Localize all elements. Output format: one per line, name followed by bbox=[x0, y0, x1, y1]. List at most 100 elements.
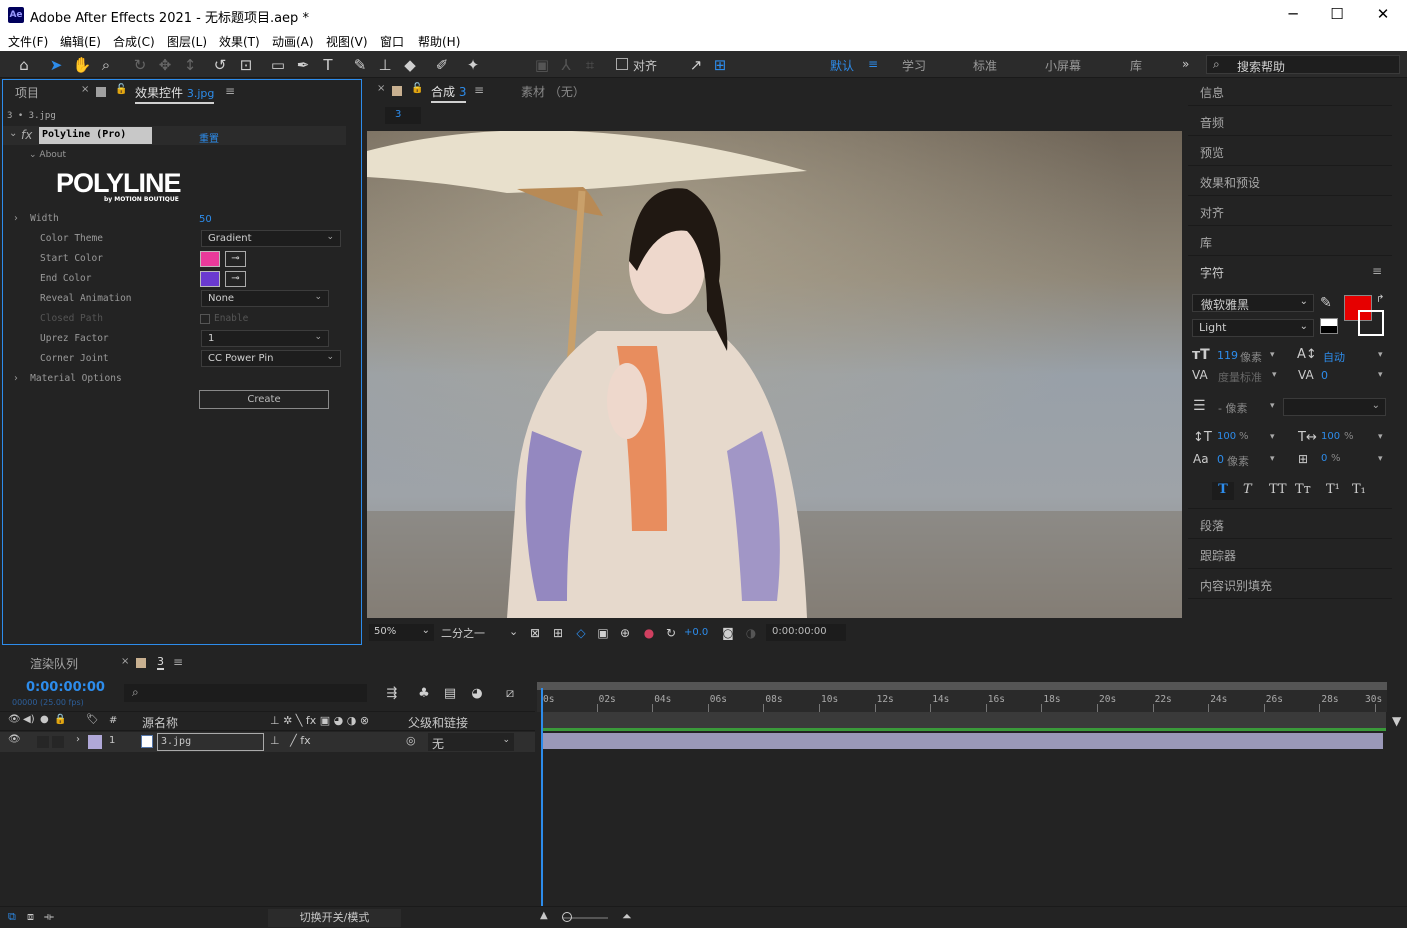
chevron-down-icon[interactable]: ▾ bbox=[1270, 454, 1275, 464]
panel-preview[interactable]: 预览 bbox=[1200, 144, 1224, 161]
font-style-dropdown[interactable]: Light ⌄ bbox=[1192, 319, 1314, 337]
menu-window[interactable]: 窗口 bbox=[380, 33, 404, 50]
panel-content-aware-fill[interactable]: 内容识别填充 bbox=[1200, 577, 1272, 594]
about-toggle[interactable]: ⌄ About bbox=[29, 150, 66, 160]
column-source-name[interactable]: 源名称 bbox=[142, 714, 178, 731]
viewer-timecode[interactable]: 0:00:00:00 bbox=[766, 624, 846, 641]
label-tag-icon[interactable]: 🏷 bbox=[86, 714, 99, 725]
roto-brush-icon[interactable]: ✐ bbox=[432, 55, 452, 75]
snapping-icon[interactable]: ⊞ bbox=[710, 55, 730, 75]
font-size-value[interactable]: 119 bbox=[1217, 349, 1238, 362]
start-color-eyedropper-icon[interactable]: ⊸ bbox=[225, 251, 246, 267]
param-width[interactable]: › Width bbox=[13, 213, 59, 224]
workspace-learn[interactable]: 学习 bbox=[902, 57, 926, 74]
layer-row[interactable]: 👁 › 1 3.jpg ⊥ ╱ fx ◎ 无 ⌄ bbox=[0, 732, 535, 752]
workspace-default[interactable]: 默认 bbox=[830, 57, 854, 74]
solo-icon[interactable]: ● bbox=[40, 714, 49, 725]
layer-name[interactable]: 3.jpg bbox=[157, 733, 264, 751]
clone-stamp-icon[interactable]: ⊥ bbox=[375, 55, 395, 75]
chevron-down-icon[interactable]: ▾ bbox=[1378, 432, 1383, 442]
tab-render-queue[interactable]: 渲染队列 bbox=[30, 655, 78, 672]
work-area-bar[interactable] bbox=[537, 682, 1387, 690]
tab-composition[interactable]: 合成 3 bbox=[431, 83, 467, 103]
param-width-value[interactable]: 50 bbox=[199, 214, 212, 225]
lock-box[interactable] bbox=[52, 736, 64, 748]
eye-icon[interactable]: 👁 bbox=[8, 734, 21, 745]
hand-tool-icon[interactable]: ✋ bbox=[72, 55, 92, 75]
rectangle-tool-icon[interactable]: ▭ bbox=[268, 55, 288, 75]
mask-visibility-icon[interactable]: ◇ bbox=[571, 623, 591, 643]
zoom-slider-handle[interactable] bbox=[562, 912, 572, 922]
expand-chevron-icon[interactable]: › bbox=[76, 734, 80, 745]
axis-local-icon[interactable]: ▣ bbox=[532, 55, 552, 75]
transparency-grid-icon[interactable]: ⊞ bbox=[548, 623, 568, 643]
tab-project[interactable]: 项目 bbox=[15, 84, 39, 101]
panel-effects-presets[interactable]: 效果和预设 bbox=[1200, 174, 1260, 191]
tab-footage[interactable]: 素材 （无） bbox=[521, 83, 585, 100]
eyedropper-icon[interactable]: ✎ bbox=[1320, 295, 1332, 311]
dolly-tool-icon[interactable]: ↕ bbox=[180, 55, 200, 75]
text-tool-icon[interactable]: T bbox=[318, 55, 338, 75]
more-workspaces-icon[interactable]: » bbox=[1182, 57, 1189, 71]
align-checkbox[interactable] bbox=[616, 58, 628, 70]
help-search[interactable]: ⌕ 搜索帮助 bbox=[1206, 55, 1400, 74]
create-button[interactable]: Create bbox=[199, 390, 329, 409]
menu-animation[interactable]: 动画(A) bbox=[272, 33, 314, 50]
search-input[interactable]: 搜索帮助 bbox=[1237, 58, 1285, 75]
pen-tool-icon[interactable]: ✒ bbox=[293, 55, 313, 75]
collapse-icon[interactable]: ⌄ bbox=[9, 128, 17, 139]
menu-help[interactable]: 帮助(H) bbox=[418, 33, 460, 50]
panel-library[interactable]: 库 bbox=[1200, 234, 1212, 251]
snapshot-region-icon[interactable]: ⊠ bbox=[525, 623, 545, 643]
exposure-value[interactable]: +0.0 bbox=[684, 627, 708, 638]
maximize-button[interactable]: ☐ bbox=[1322, 5, 1352, 23]
time-ruler[interactable]: 0s 02s 04s 06s 08s 10s 12s 14s 16s 18s 20s 22s 24s 26… bbox=[537, 690, 1387, 712]
panel-menu-icon[interactable]: ≡ bbox=[1372, 264, 1382, 278]
puppet-pin-icon[interactable]: ✦ bbox=[463, 55, 483, 75]
panel-info[interactable]: 信息 bbox=[1200, 84, 1224, 101]
panel-audio[interactable]: 音频 bbox=[1200, 114, 1224, 131]
menu-composition[interactable]: 合成(C) bbox=[113, 33, 155, 50]
lock-icon[interactable]: 🔒 bbox=[54, 714, 66, 725]
selection-tool-icon[interactable]: ➤ bbox=[46, 55, 66, 75]
horizontal-scale-value[interactable]: 100 bbox=[1321, 431, 1340, 442]
lock-icon[interactable]: 🔓 bbox=[411, 83, 423, 94]
chevron-down-icon[interactable]: ▾ bbox=[1270, 350, 1275, 360]
resolution-dropdown[interactable]: 二分之一 ⌄ bbox=[441, 625, 521, 641]
panel-menu-icon[interactable]: ≡ bbox=[173, 655, 183, 669]
comp-chip[interactable]: 3 bbox=[385, 107, 421, 124]
axis-world-icon[interactable]: ⅄ bbox=[556, 55, 576, 75]
zoom-tool-icon[interactable]: ⌕ bbox=[96, 55, 116, 75]
start-color-swatch[interactable] bbox=[200, 251, 220, 267]
baseline-shift-value[interactable]: 0 bbox=[1217, 453, 1224, 466]
tab-timeline-comp[interactable]: 3 bbox=[157, 655, 164, 670]
layer-switches-icons[interactable]: ⊥ ╱ fx bbox=[270, 734, 311, 747]
snap-icon[interactable]: ↗ bbox=[686, 55, 706, 75]
audio-icon[interactable]: ◀) bbox=[23, 714, 35, 725]
chevron-down-icon[interactable]: ▾ bbox=[1378, 454, 1383, 464]
chevron-down-icon[interactable]: ▾ bbox=[1378, 370, 1383, 380]
stroke-width-value[interactable]: - 像素 bbox=[1218, 400, 1247, 416]
chevron-down-icon[interactable]: ▾ bbox=[1270, 401, 1275, 411]
workspace-library[interactable]: 库 bbox=[1130, 57, 1142, 74]
anchor-tool-icon[interactable]: ⊡ bbox=[236, 55, 256, 75]
safe-margins-icon[interactable]: ▣ bbox=[593, 623, 613, 643]
faux-italic-icon[interactable]: T bbox=[1243, 482, 1252, 497]
uprez-factor-dropdown[interactable]: 1 ⌄ bbox=[201, 330, 329, 347]
show-snapshot-icon[interactable]: ◑ bbox=[741, 623, 761, 643]
close-tab-icon[interactable]: × bbox=[81, 84, 89, 95]
color-theme-dropdown[interactable]: Gradient ⌄ bbox=[201, 230, 341, 247]
solo-box[interactable] bbox=[37, 736, 49, 748]
small-caps-icon[interactable]: Tт bbox=[1295, 482, 1311, 497]
shy-layers-icon[interactable]: ♣ bbox=[414, 684, 434, 704]
close-tab-icon[interactable]: × bbox=[377, 83, 385, 94]
corner-joint-dropdown[interactable]: CC Power Pin ⌄ bbox=[201, 350, 341, 367]
zoom-dropdown[interactable]: 50% ⌄ bbox=[369, 624, 434, 641]
axis-view-icon[interactable]: ⌗ bbox=[580, 55, 600, 75]
timeline-timecode[interactable]: 0:00:00:00 bbox=[26, 680, 105, 695]
menu-effect[interactable]: 效果(T) bbox=[219, 33, 260, 50]
comp-mini-flowchart-icon[interactable]: ⇶ bbox=[382, 684, 402, 704]
layer-search-input[interactable]: ⌕ bbox=[124, 684, 367, 702]
stroke-style-dropdown[interactable]: ⌄ bbox=[1283, 398, 1386, 416]
param-material-options[interactable]: › Material Options bbox=[13, 373, 122, 384]
